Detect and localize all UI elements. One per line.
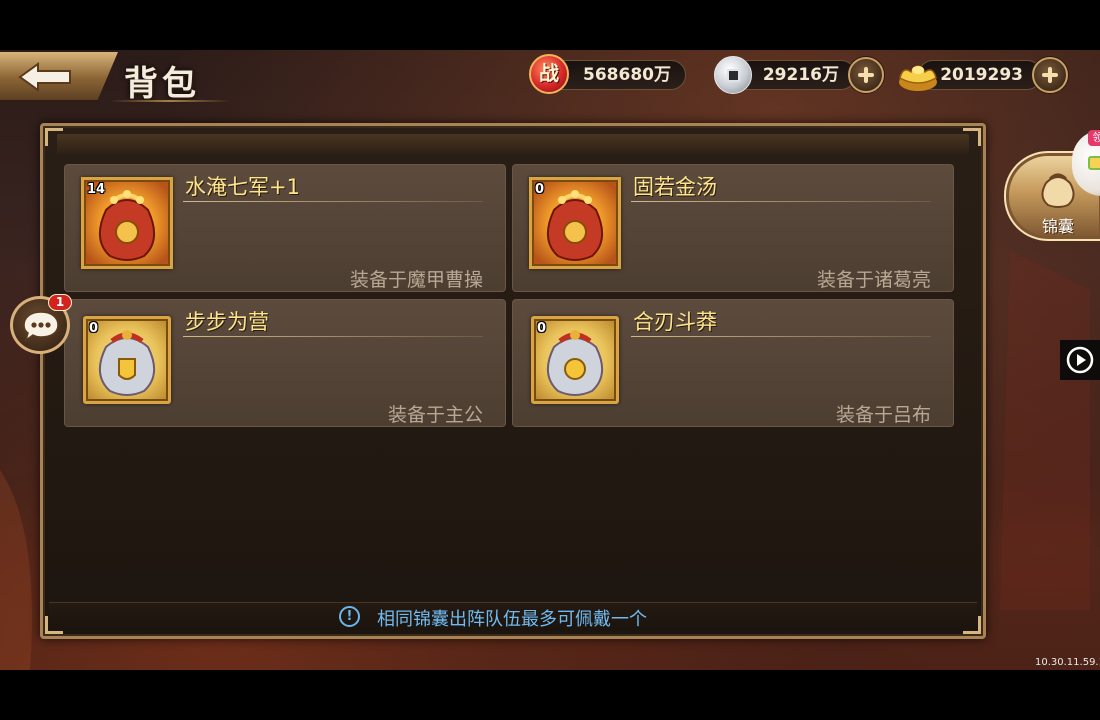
item-count: 0 (535, 182, 545, 197)
item-name: 水淹七军+1 (185, 175, 300, 199)
add-silver-button[interactable] (848, 57, 884, 93)
item-equipped-to: 装备于主公 (387, 404, 483, 426)
item-count: 14 (87, 182, 106, 197)
item-icon-slot: 0 (529, 177, 621, 269)
item-count: 0 (537, 321, 547, 336)
page-title: 背包 (124, 64, 200, 104)
item-divider (631, 201, 931, 202)
silver-coin-icon (714, 56, 752, 94)
item-icon-slot: 0 (83, 316, 171, 404)
add-gold-button[interactable] (1032, 57, 1068, 93)
item-equipped-to: 装备于诸葛亮 (816, 269, 931, 291)
inventory-panel: 14 水淹七军+1 装备于魔甲曹操 0 固若金汤 装备于诸葛亮 0 步步为营 装… (40, 123, 986, 639)
combat-power-icon: 战 (529, 54, 569, 94)
item-icon-slot: 0 (531, 316, 619, 404)
item-name: 合刃斗莽 (633, 310, 717, 334)
play-icon (1066, 346, 1094, 374)
chat-notification-badge: 1 (48, 294, 72, 311)
gift-icon (1088, 156, 1100, 170)
version-label: 10.30.11.59.15 (1035, 657, 1100, 668)
back-arrow-icon (18, 62, 71, 92)
back-button[interactable] (0, 52, 118, 102)
item-divider (631, 336, 931, 337)
item-card[interactable]: 14 水淹七军+1 装备于魔甲曹操 (64, 164, 506, 292)
panel-header-strip (57, 134, 969, 154)
notice-bar: ! 相同锦囊出阵队伍最多可佩戴一个 (49, 602, 977, 630)
item-equipped-to: 装备于吕布 (835, 404, 931, 426)
game-screen: 背包 568680万 战 29216万 2019293 14 水淹七军+1 装备… (0, 50, 1100, 670)
play-button[interactable] (1060, 340, 1100, 380)
item-card[interactable]: 0 步步为营 装备于主公 (64, 299, 506, 427)
gold-ingot-icon (899, 65, 937, 91)
red-silk-bag-icon (547, 190, 603, 261)
title-underline (110, 100, 230, 102)
top-bar: 背包 568680万 战 29216万 2019293 (0, 50, 1100, 104)
item-icon-slot: 14 (81, 177, 173, 269)
tab-jinnang-label: 锦囊 (1042, 217, 1075, 236)
item-card[interactable]: 0 合刃斗莽 装备于吕布 (512, 299, 954, 427)
silver-amount: 29216万 (734, 60, 856, 90)
item-name: 固若金汤 (633, 175, 717, 199)
background-figure-decoration (1000, 250, 1090, 610)
silver-silk-bag-icon (547, 330, 603, 396)
item-divider (183, 201, 483, 202)
silver-silk-bag-icon (99, 330, 155, 396)
item-name: 步步为营 (185, 310, 269, 334)
reward-badge: 领 (1088, 130, 1100, 146)
item-count: 0 (89, 321, 99, 336)
info-icon: ! (339, 606, 360, 627)
item-equipped-to: 装备于魔甲曹操 (349, 269, 483, 291)
item-divider (183, 336, 483, 337)
chat-bubble-icon (23, 311, 59, 342)
item-card[interactable]: 0 固若金汤 装备于诸葛亮 (512, 164, 954, 292)
notice-text: 相同锦囊出阵队伍最多可佩戴一个 (377, 609, 647, 630)
